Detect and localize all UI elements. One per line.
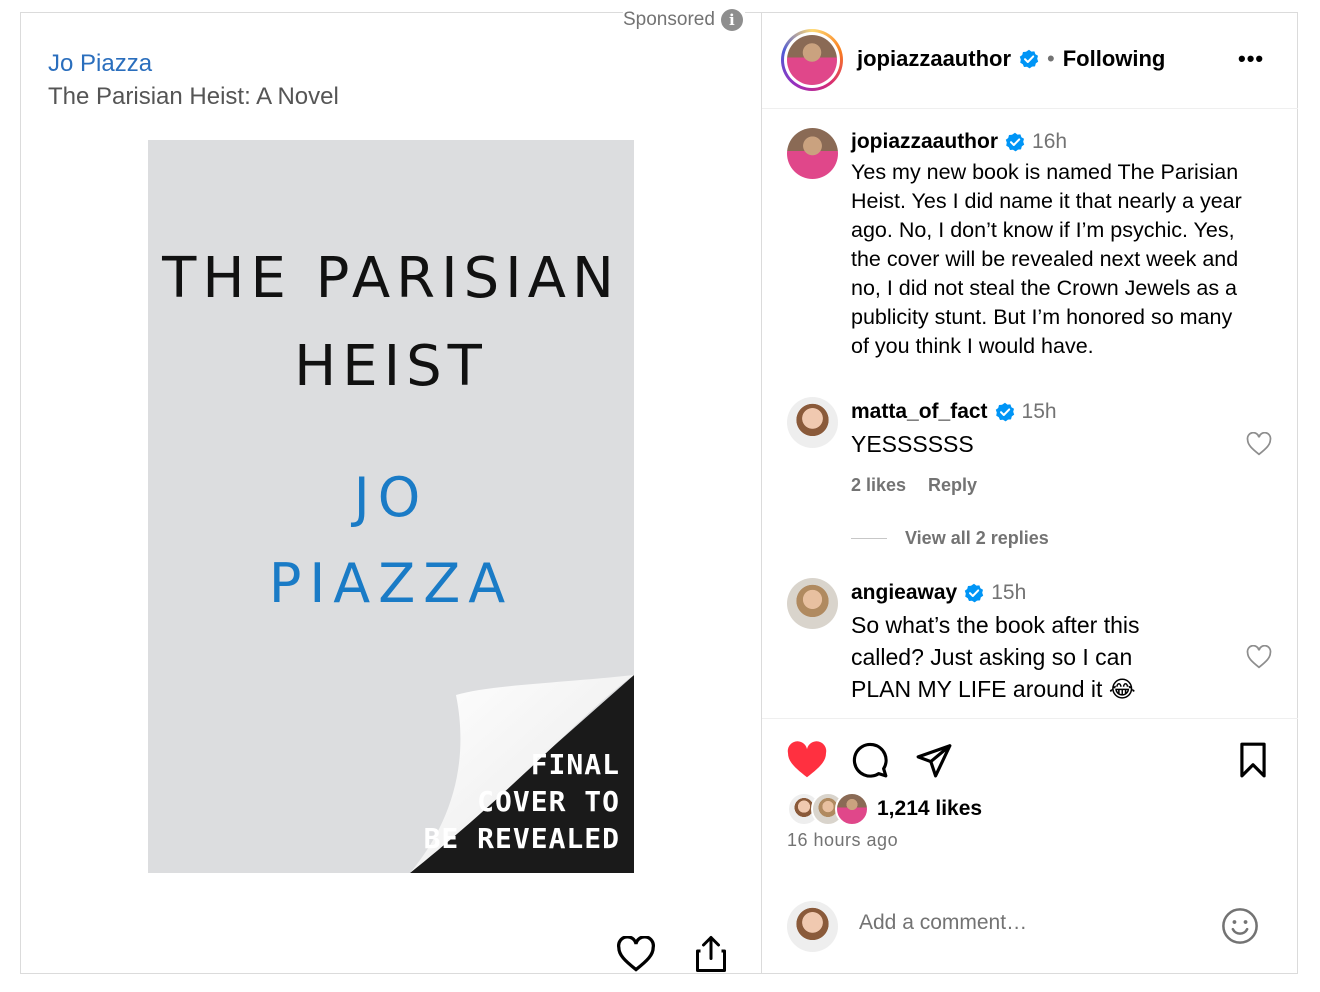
author-link[interactable]: Jo Piazza [48,50,152,78]
like-heart-icon[interactable] [786,741,828,779]
comment-time: 15h [1021,400,1057,423]
avatar[interactable] [787,578,838,629]
caption-line: ago. No, I don’t know if I’m psychic. Ye… [851,218,1235,242]
comment-username[interactable]: matta_of_fact [851,400,988,424]
share-icon[interactable] [914,741,954,779]
comment-text: YESSSSSS [851,431,974,457]
comment-input[interactable] [859,911,1189,935]
comment-meta: 2 likes Reply [851,475,977,496]
book-cover-image[interactable]: THE PARISIAN HEIST JO PIAZZA FINAL COVER… [148,140,634,873]
comment-icon[interactable] [851,741,889,779]
caption-line: publicity stunt. But I’m honored so many [851,305,1233,329]
caption-line: Heist. Yes I did name it that nearly a y… [851,189,1242,213]
cover-title-line: THE PARISIAN [162,246,620,311]
view-replies-button[interactable]: View all 2 replies [851,528,1049,549]
caption-line: of you think I would have. [851,334,1094,358]
peel-line: COVER TO [477,785,620,818]
likes-summary[interactable]: 1,214 likes [787,792,982,826]
avatar[interactable] [787,397,838,448]
panel-divider [761,12,762,974]
info-icon[interactable]: i [720,9,743,31]
following-button[interactable]: Following [1063,46,1166,72]
cover-title: THE PARISIAN HEIST [148,235,634,411]
caption-line: the cover will be revealed next week and [851,247,1239,271]
likes-count[interactable]: 1,214 likes [877,797,982,821]
post-timestamp: 16 hours ago [787,830,899,850]
verified-badge-icon [965,583,984,603]
view-replies-label: View all 2 replies [905,528,1049,548]
header-divider [762,108,1298,109]
comment-line: PLAN MY LIFE around it 😂 [851,676,1136,702]
comment-author: matta_of_fact 15h [851,400,1057,424]
cover-author-line: JO [353,466,429,529]
emoji-icon[interactable] [1221,907,1259,945]
caption-line: no, I did not steal the Crown Jewels as … [851,276,1238,300]
post-header: jopiazzaauthor • Following [857,46,1165,72]
book-title: The Parisian Heist: A Novel [48,83,339,110]
peel-line: FINAL [530,748,620,781]
avatar[interactable] [787,128,838,179]
cover-author: JO PIAZZA [148,455,634,627]
sponsored-label[interactable]: Sponsored i [623,9,745,31]
caption-time: 16h [1032,130,1068,153]
verified-badge-icon [1005,132,1025,152]
share-icon[interactable] [693,934,729,974]
comment-text: So what’s the book after this called? Ju… [851,609,1140,705]
liker-avatar [835,792,869,826]
peel-text: FINAL COVER TO BE REVEALED [424,746,620,857]
header-separator: • [1047,46,1055,71]
header-username[interactable]: jopiazzaauthor [857,46,1011,72]
reply-button[interactable]: Reply [928,475,977,496]
comment-username[interactable]: angieaway [851,581,957,605]
heart-icon[interactable] [616,936,656,972]
caption-username[interactable]: jopiazzaauthor [851,130,998,154]
cover-author-line: PIAZZA [268,552,514,615]
comment-line: called? Just asking so I can [851,644,1133,670]
comment-likes[interactable]: 2 likes [851,475,906,496]
replies-line [851,538,887,539]
bookmark-icon[interactable] [1237,741,1269,779]
comments-divider [762,718,1298,719]
comment-time: 15h [991,581,1027,604]
caption-line: Yes my new book is named The Parisian [851,160,1239,184]
caption-text: Yes my new book is named The Parisian He… [851,158,1242,361]
avatar [787,901,838,952]
avatar [787,35,837,85]
comment-author: angieaway 15h [851,581,1026,605]
caption-author: jopiazzaauthor 16h [851,130,1067,154]
verified-badge-icon [995,402,1014,422]
comment-line: So what’s the book after this [851,612,1140,638]
story-ring-avatar[interactable] [781,29,843,91]
like-comment-heart-icon[interactable] [1246,432,1272,456]
sponsored-text: Sponsored [623,9,715,30]
like-comment-heart-icon[interactable] [1246,645,1272,669]
more-options-icon[interactable]: ••• [1238,46,1264,72]
verified-badge-icon [1019,49,1039,69]
cover-title-line: HEIST [294,334,488,399]
peel-line: BE REVEALED [423,822,620,855]
